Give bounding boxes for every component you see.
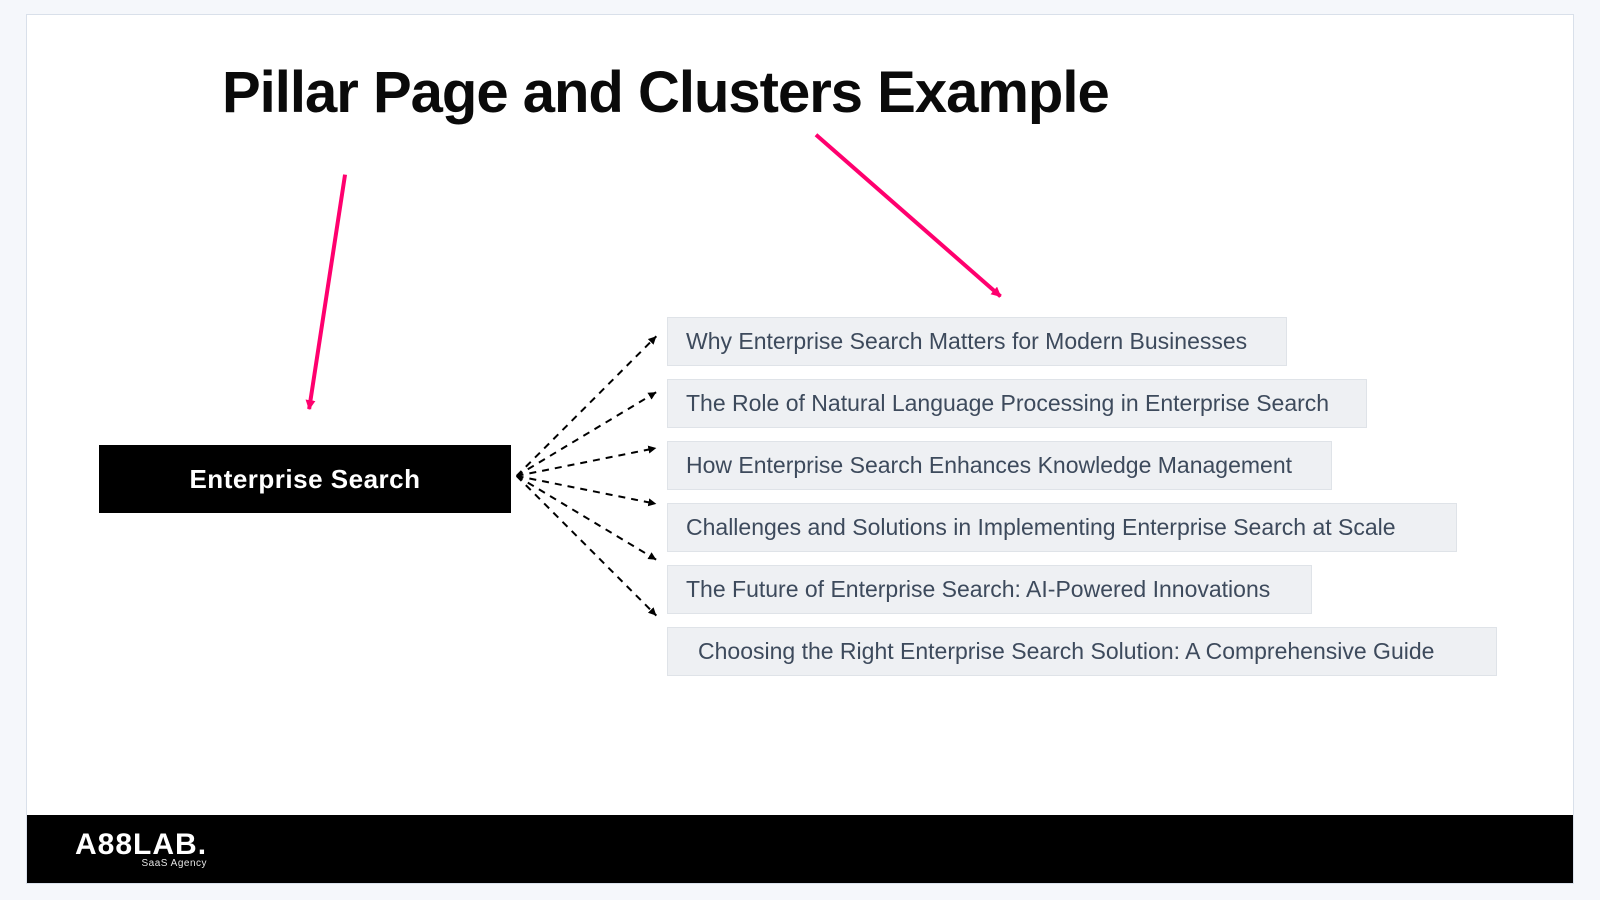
- pillar-label: Enterprise Search: [189, 464, 420, 495]
- connector-5: [517, 476, 657, 560]
- pink-arrow-pillar: [309, 175, 345, 409]
- cluster-item: The Future of Enterprise Search: AI-Powe…: [667, 565, 1312, 614]
- cluster-list: Why Enterprise Search Matters for Modern…: [667, 317, 1537, 689]
- connector-4: [517, 476, 657, 504]
- slide-title: Pillar Page and Clusters Example: [222, 59, 1109, 126]
- cluster-item: Choosing the Right Enterprise Search Sol…: [667, 627, 1497, 676]
- connector-3: [517, 448, 657, 476]
- slide: Pillar Page and Clusters Example Enterpr…: [26, 14, 1574, 884]
- brand-name: A88LAB.: [75, 830, 207, 860]
- connector-1: [517, 336, 657, 476]
- cluster-item: Challenges and Solutions in Implementing…: [667, 503, 1457, 552]
- cluster-item: Why Enterprise Search Matters for Modern…: [667, 317, 1287, 366]
- brand-tagline: SaaS Agency: [75, 858, 207, 869]
- brand-logo: A88LAB. SaaS Agency: [75, 830, 207, 869]
- connector-6: [517, 476, 657, 616]
- pink-arrow-clusters: [816, 135, 1001, 297]
- footer-bar: A88LAB. SaaS Agency: [27, 815, 1573, 883]
- cluster-item: How Enterprise Search Enhances Knowledge…: [667, 441, 1332, 490]
- connector-2: [517, 392, 657, 476]
- cluster-item: The Role of Natural Language Processing …: [667, 379, 1367, 428]
- pillar-box: Enterprise Search: [99, 445, 511, 513]
